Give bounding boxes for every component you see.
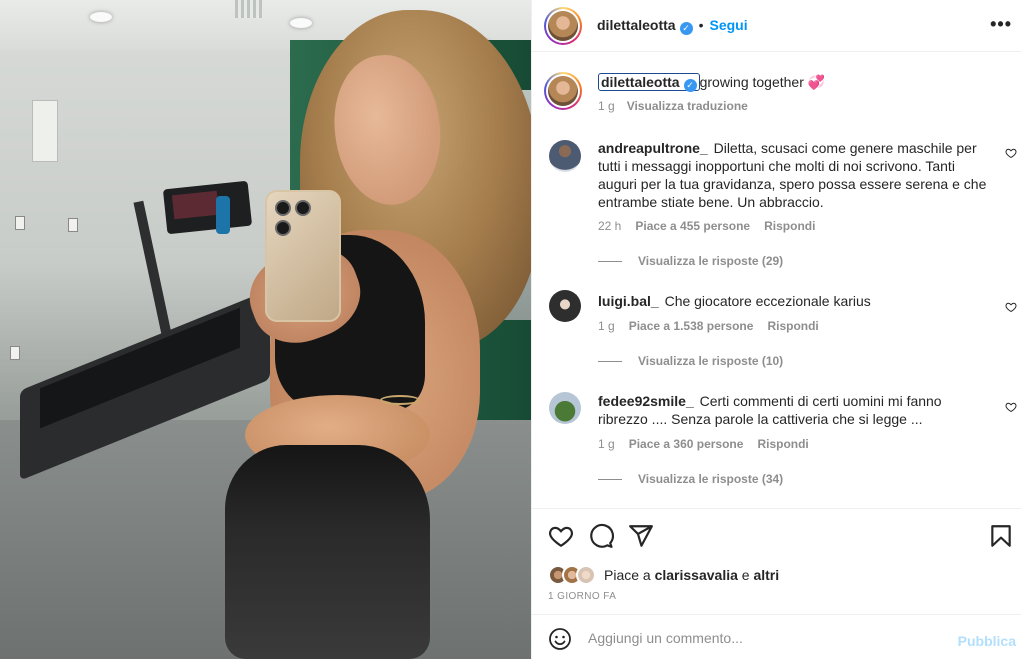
likes-user-link[interactable]: clarissavalia: [655, 567, 738, 583]
caption-text-line: dilettaleotta ✓ growing together 💞: [598, 73, 826, 92]
translate-link[interactable]: Visualizza traduzione: [627, 99, 748, 113]
commenter-username[interactable]: fedee92smile_: [598, 393, 694, 409]
reply-button[interactable]: Rispondi: [764, 219, 815, 233]
likes-text: Piace a clarissavalia e altri: [604, 567, 779, 583]
smiley-icon[interactable]: [548, 627, 572, 651]
reply-button[interactable]: Rispondi: [767, 319, 818, 333]
photo-console-screen: [171, 190, 220, 220]
post-side-panel: dilettaleotta ✓ • Segui ••• dilettaleotta ✓ g…: [531, 0, 1021, 659]
caption-age: 1 g: [598, 99, 615, 113]
photo-camera-lens: [275, 220, 291, 236]
comment-age: 1 g: [598, 437, 615, 451]
comment-body: luigi.bal_ Che giocatore eccezionale kar…: [598, 292, 990, 310]
caption-username: dilettaleotta: [601, 74, 680, 90]
view-replies-label: Visualizza le risposte (29): [638, 254, 784, 268]
photo-socket: [10, 346, 20, 360]
post-date[interactable]: 1 GIORNO FA: [548, 591, 616, 602]
reply-button[interactable]: Rispondi: [757, 437, 808, 451]
liker-avatar: [576, 565, 596, 585]
likes-conj: e: [741, 567, 750, 583]
photo-shorts: [225, 445, 430, 659]
replies-divider: [598, 261, 622, 263]
comment-body: andreapultrone_ Diletta, scusaci come ge…: [598, 139, 990, 211]
caption-text: growing together 💞: [699, 74, 826, 90]
caption-username-link[interactable]: dilettaleotta ✓: [598, 73, 700, 92]
likes-others-link[interactable]: altri: [753, 567, 779, 583]
comment-body: fedee92smile_ Certi commenti di certi uo…: [598, 392, 990, 428]
photo-socket: [15, 216, 25, 230]
paper-plane-icon[interactable]: [628, 523, 654, 549]
view-replies-button[interactable]: Visualizza le risposte (29): [598, 254, 783, 268]
view-replies-label: Visualizza le risposte (34): [638, 472, 784, 486]
caption-avatar-image: [548, 76, 578, 106]
comment-likes[interactable]: Piace a 455 persone: [635, 219, 750, 233]
comment-likes[interactable]: Piace a 1.538 persone: [629, 319, 754, 333]
photo-camera-lens: [275, 200, 291, 216]
view-replies-button[interactable]: Visualizza le risposte (34): [598, 472, 783, 486]
comment-age: 1 g: [598, 319, 615, 333]
comment-like-heart-icon[interactable]: [1005, 401, 1017, 413]
comment-composer: Pubblica: [532, 614, 1021, 659]
publish-button[interactable]: Pubblica: [958, 633, 1016, 649]
replies-divider: [598, 361, 622, 363]
comment-like-heart-icon[interactable]: [1005, 147, 1017, 159]
author-avatar-image: [548, 11, 578, 41]
header-separator: •: [698, 17, 704, 33]
view-replies-button[interactable]: Visualizza le risposte (10): [598, 354, 783, 368]
post-photo[interactable]: [0, 0, 531, 659]
comments-list[interactable]: andreapultrone_ Diletta, scusaci come ge…: [532, 130, 1021, 508]
verified-badge-icon: ✓: [679, 22, 693, 35]
comment-like-heart-icon[interactable]: [1005, 301, 1017, 313]
likes-prefix: Piace a: [604, 567, 651, 583]
heart-icon[interactable]: [548, 523, 574, 549]
comment-input[interactable]: [588, 625, 948, 651]
caption-avatar[interactable]: [544, 72, 582, 110]
comment-meta: 1 g Piace a 360 persone Rispondi: [598, 437, 823, 451]
header-user-line: dilettaleotta ✓ • Segui: [597, 17, 748, 35]
replies-divider: [598, 479, 622, 481]
commenter-username[interactable]: luigi.bal_: [598, 293, 659, 309]
comment-meta: 1 g Piace a 1.538 persone Rispondi: [598, 319, 833, 333]
photo-light: [290, 18, 312, 28]
post-dialog: dilettaleotta ✓ • Segui ••• dilettaleotta ✓ g…: [0, 0, 1021, 659]
commenter-avatar[interactable]: [549, 392, 581, 424]
verified-badge-icon: ✓: [683, 79, 697, 92]
post-header: dilettaleotta ✓ • Segui •••: [532, 0, 1021, 52]
commenter-avatar[interactable]: [549, 290, 581, 322]
photo-light: [90, 12, 112, 22]
photo-phone: [265, 190, 341, 322]
photo-socket: [68, 218, 78, 232]
post-caption: dilettaleotta ✓ growing together 💞 1 g Visu…: [532, 60, 1021, 130]
photo-wall-sign: [32, 100, 58, 162]
photo-bottle: [216, 196, 230, 234]
commenter-username[interactable]: andreapultrone_: [598, 140, 708, 156]
author-avatar[interactable]: [544, 7, 582, 45]
caption-meta: 1 g Visualizza traduzione: [598, 99, 748, 113]
comment-meta: 22 h Piace a 455 persone Rispondi: [598, 219, 829, 233]
commenter-avatar[interactable]: [549, 140, 581, 172]
photo-bracelet: [380, 395, 420, 405]
view-replies-label: Visualizza le risposte (10): [638, 354, 784, 368]
comment-likes[interactable]: Piace a 360 persone: [629, 437, 744, 451]
comment-bubble-icon[interactable]: [588, 523, 614, 549]
ellipsis-icon[interactable]: •••: [990, 14, 1012, 35]
author-username[interactable]: dilettaleotta: [597, 17, 676, 33]
likes-summary[interactable]: Piace a clarissavalia e altri: [548, 565, 779, 585]
post-actions: Piace a clarissavalia e altri 1 GIORNO F…: [532, 508, 1021, 614]
comment-text: Che giocatore eccezionale karius: [664, 293, 871, 309]
photo-vent: [235, 0, 263, 18]
bookmark-icon[interactable]: [988, 523, 1014, 549]
photo-camera-lens: [295, 200, 311, 216]
follow-button[interactable]: Segui: [709, 17, 747, 33]
comment-age: 22 h: [598, 219, 622, 233]
